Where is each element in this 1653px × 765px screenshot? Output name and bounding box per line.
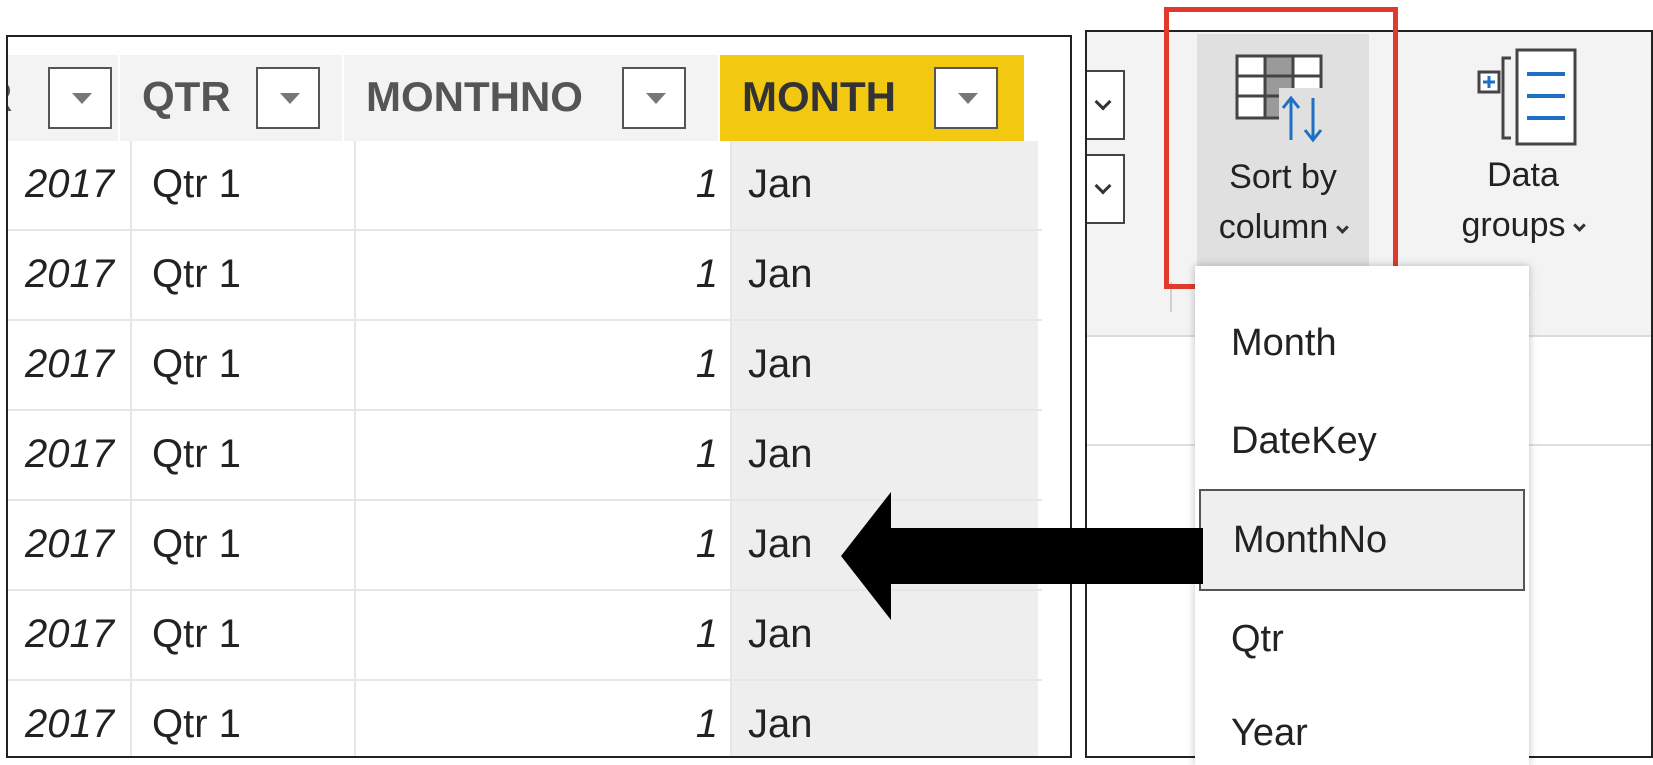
chevron-down-icon: [1094, 177, 1112, 195]
cell-monthno[interactable]: 1: [356, 411, 732, 499]
column-header-monthno[interactable]: MONTHNO: [344, 55, 720, 141]
cell-month-value: Jan: [748, 162, 813, 206]
cell-qtr-value: Qtr 1: [152, 612, 241, 656]
chevron-down-icon: [1573, 219, 1587, 232]
cell-qtr[interactable]: Qtr 1: [132, 141, 356, 229]
column-header-label: R: [8, 73, 12, 121]
cell-month-value: Jan: [748, 612, 813, 656]
cell-qtr-value: Qtr 1: [152, 432, 241, 476]
cell-monthno-value: 1: [695, 432, 718, 476]
data-groups-button[interactable]: Data groups: [1423, 150, 1623, 250]
menu-item-label: Year: [1231, 712, 1308, 754]
cell-qtr[interactable]: Qtr 1: [132, 231, 356, 319]
column-header-year[interactable]: R: [8, 55, 120, 141]
cell-monthno-value: 1: [695, 612, 718, 656]
data-groups-label-line2: groups: [1461, 206, 1566, 244]
cell-monthno[interactable]: 1: [356, 681, 732, 756]
cell-monthno-value: 1: [695, 522, 718, 566]
column-header-label: MONTHNO: [366, 73, 583, 120]
cell-qtr[interactable]: Qtr 1: [132, 321, 356, 409]
cell-year-value: 2017: [25, 612, 114, 656]
cell-year[interactable]: 2017: [8, 321, 132, 409]
cell-year[interactable]: 2017: [8, 141, 132, 229]
cell-year-value: 2017: [25, 342, 114, 386]
ribbon-dropdown[interactable]: [1087, 70, 1125, 140]
table-row: 2017 Qtr 1 1 Jan: [8, 411, 1042, 501]
left-arrow-callout: [841, 492, 1203, 620]
cell-month[interactable]: Jan: [732, 681, 1038, 756]
cell-year[interactable]: 2017: [8, 681, 132, 756]
cell-qtr[interactable]: Qtr 1: [132, 681, 356, 756]
data-table-panel: R QTR MONTHNO MONTH 2017 Qtr 1 1 Jan 2017 Qtr…: [6, 35, 1072, 758]
cell-month-value: Jan: [748, 342, 813, 386]
cell-qtr-value: Qtr 1: [152, 252, 241, 296]
cell-year[interactable]: 2017: [8, 231, 132, 319]
table-row: 2017 Qtr 1 1 Jan: [8, 141, 1042, 231]
cell-monthno-value: 1: [695, 252, 718, 296]
cell-qtr-value: Qtr 1: [152, 342, 241, 386]
table-row: 2017 Qtr 1 1 Jan: [8, 681, 1042, 756]
cell-year[interactable]: 2017: [8, 501, 132, 589]
column-header-label: MONTH: [742, 73, 896, 120]
sort-by-column-menu: Month DateKey MonthNo Qtr Year: [1195, 266, 1529, 765]
cell-month-value: Jan: [748, 432, 813, 476]
menu-item-datekey[interactable]: DateKey: [1195, 392, 1529, 492]
table-row: 2017 Qtr 1 1 Jan: [8, 231, 1042, 321]
data-groups-label-line1: Data: [1487, 156, 1559, 194]
menu-item-label: Qtr: [1231, 618, 1284, 660]
cell-year-value: 2017: [25, 702, 114, 746]
cell-monthno-value: 1: [695, 342, 718, 386]
cell-month-value: Jan: [748, 522, 813, 566]
data-groups-icon: [1477, 48, 1577, 146]
cell-monthno[interactable]: 1: [356, 501, 732, 589]
cell-month[interactable]: Jan: [732, 141, 1038, 229]
cell-year-value: 2017: [25, 252, 114, 296]
cell-month-value: Jan: [748, 252, 813, 296]
ribbon-dropdown[interactable]: [1087, 154, 1125, 224]
column-header-qtr[interactable]: QTR: [120, 55, 344, 141]
menu-item-month[interactable]: Month: [1195, 294, 1529, 394]
cell-monthno[interactable]: 1: [356, 321, 732, 409]
table-header-row: R QTR MONTHNO MONTH: [8, 55, 1042, 141]
cell-month[interactable]: Jan: [732, 411, 1038, 499]
cell-monthno[interactable]: 1: [356, 591, 732, 679]
cell-monthno-value: 1: [695, 162, 718, 206]
highlight-box: [1164, 7, 1398, 289]
cell-month[interactable]: Jan: [732, 321, 1038, 409]
cell-monthno[interactable]: 1: [356, 141, 732, 229]
menu-item-label: Month: [1231, 322, 1337, 364]
cell-monthno-value: 1: [695, 702, 718, 746]
table-row: 2017 Qtr 1 1 Jan: [8, 321, 1042, 411]
cell-qtr[interactable]: Qtr 1: [132, 411, 356, 499]
menu-item-label: MonthNo: [1233, 519, 1388, 561]
cell-year-value: 2017: [25, 162, 114, 206]
cell-year-value: 2017: [25, 432, 114, 476]
chevron-down-icon: [1094, 93, 1112, 111]
cell-year-value: 2017: [25, 522, 114, 566]
menu-item-qtr[interactable]: Qtr: [1195, 590, 1529, 690]
cell-monthno[interactable]: 1: [356, 231, 732, 319]
column-filter-button[interactable]: [48, 67, 112, 129]
column-filter-button[interactable]: [256, 67, 320, 129]
cell-qtr-value: Qtr 1: [152, 162, 241, 206]
menu-item-monthno[interactable]: MonthNo: [1199, 489, 1525, 591]
menu-item-year[interactable]: Year: [1195, 684, 1529, 765]
table-body: 2017 Qtr 1 1 Jan 2017 Qtr 1 1 Jan 2017 Qtr 1 1 Jan 2…: [8, 141, 1042, 756]
column-header-label: QTR: [142, 73, 231, 120]
cell-month[interactable]: Jan: [732, 231, 1038, 319]
cell-qtr[interactable]: Qtr 1: [132, 501, 356, 589]
cell-qtr[interactable]: Qtr 1: [132, 591, 356, 679]
column-filter-button[interactable]: [934, 67, 998, 129]
cell-qtr-value: Qtr 1: [152, 702, 241, 746]
cell-month-value: Jan: [748, 702, 813, 746]
menu-item-label: DateKey: [1231, 420, 1377, 462]
cell-year[interactable]: 2017: [8, 591, 132, 679]
cell-year[interactable]: 2017: [8, 411, 132, 499]
cell-qtr-value: Qtr 1: [152, 522, 241, 566]
column-filter-button[interactable]: [622, 67, 686, 129]
column-header-month[interactable]: MONTH: [720, 55, 1026, 141]
